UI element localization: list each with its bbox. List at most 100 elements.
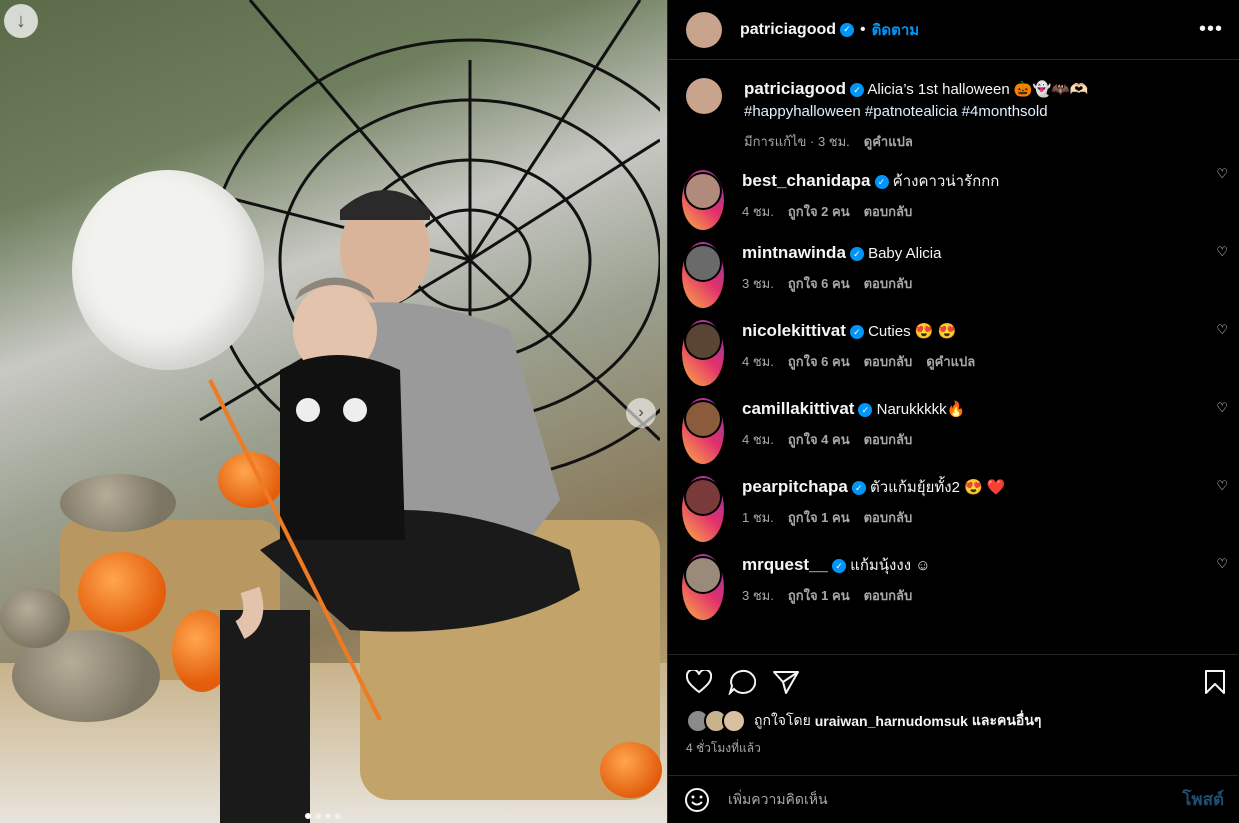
reply-button[interactable]: ตอบกลับ: [864, 585, 913, 606]
separator-dot: •: [860, 20, 866, 38]
story-ring[interactable]: [682, 242, 724, 308]
comment-item: pearpitchapa ✓ ตัวแก้มยุ้ยทั้ง2 😍 ❤️ 1 ชม.…: [668, 464, 1238, 542]
post-image[interactable]: ↓ ›: [0, 0, 667, 823]
comment-item: mintnawinda ✓ Baby Alicia 3 ชม. ถูกใจ 6 คน ต…: [668, 230, 1238, 308]
like-comment-heart-icon[interactable]: ♡: [1216, 244, 1228, 260]
comment-likes[interactable]: ถูกใจ 6 คน: [788, 351, 850, 372]
heart-icon[interactable]: [686, 670, 712, 694]
comment-icon[interactable]: [728, 669, 756, 695]
more-options-icon[interactable]: •••: [1199, 18, 1223, 41]
verified-badge-icon: ✓: [874, 175, 889, 190]
avatar[interactable]: [686, 11, 722, 48]
avatar[interactable]: [686, 480, 720, 514]
comment-author[interactable]: nicolekittivat: [742, 321, 846, 340]
comment-likes[interactable]: ถูกใจ 4 คน: [788, 429, 850, 450]
verified-badge-icon: ✓: [831, 559, 846, 574]
like-comment-heart-icon[interactable]: ♡: [1216, 556, 1228, 572]
translate-link[interactable]: ดูคำแปล: [926, 351, 975, 372]
comments-list[interactable]: patriciagood ✓ Alicia’s 1st halloween 🎃👻🦇…: [668, 60, 1238, 654]
reply-button[interactable]: ตอบกลับ: [864, 507, 913, 528]
avatar[interactable]: [686, 78, 722, 114]
like-comment-heart-icon[interactable]: ♡: [1216, 478, 1228, 494]
caption-text: Alicia’s 1st halloween 🎃👻🦇🫶🏻: [867, 81, 1089, 98]
pumpkin: [78, 552, 166, 632]
verified-badge-icon: ✓: [849, 247, 864, 262]
pumpkin: [60, 474, 176, 532]
verified-badge-icon: ✓: [851, 481, 866, 496]
comment-author[interactable]: mintnawinda: [742, 243, 846, 262]
comment-author[interactable]: mrquest__: [742, 555, 828, 574]
comment-time[interactable]: 3 ชม.: [742, 585, 774, 606]
like-comment-heart-icon[interactable]: ♡: [1216, 166, 1228, 182]
author-username[interactable]: patriciagood: [740, 21, 836, 39]
story-ring[interactable]: [682, 554, 724, 620]
post-time[interactable]: 4 ชั่วโมงที่แล้ว: [668, 733, 1238, 764]
liked-by-prefix: ถูกใจโดย: [754, 712, 811, 728]
liked-by-user[interactable]: uraiwan_harnudomsuk: [815, 713, 968, 729]
mother-and-baby: [208, 190, 580, 823]
pumpkin: [600, 742, 662, 798]
verified-badge-icon: ✓: [840, 22, 855, 37]
send-icon[interactable]: [772, 669, 800, 695]
post-comment-button[interactable]: โพสต์: [1182, 786, 1224, 813]
comment-item: camillakittivat ✓ Narukkkkk🔥 4 ชม. ถูกใจ 4 …: [668, 386, 1238, 464]
emoji-icon[interactable]: [684, 787, 710, 813]
avatar[interactable]: [686, 174, 720, 208]
story-ring[interactable]: [682, 170, 724, 230]
carousel-indicator: [305, 813, 341, 819]
caption-edited: มีการแก้ไข · 3 ชม.: [744, 134, 850, 149]
comment-likes[interactable]: ถูกใจ 2 คน: [788, 201, 850, 222]
translate-link[interactable]: ดูคำแปล: [864, 131, 913, 152]
chevron-right-icon[interactable]: ›: [626, 398, 656, 428]
action-bar: ถูกใจโดย uraiwan_harnudomsuk และคนอื่นๆ …: [668, 654, 1238, 823]
like-comment-heart-icon[interactable]: ♡: [1216, 400, 1228, 416]
comment-text: ตัวแก้มยุ้ยทั้ง2 😍 ❤️: [869, 479, 1006, 496]
caption: patriciagood ✓ Alicia’s 1st halloween 🎃👻🦇…: [668, 60, 1238, 152]
arrow-down-icon[interactable]: ↓: [4, 4, 38, 38]
comment-likes[interactable]: ถูกใจ 1 คน: [788, 585, 850, 606]
comment-time[interactable]: 4 ชม.: [742, 351, 774, 372]
post-modal: ↓ › patriciagood ✓ • ติดตาม ••• patricia…: [0, 0, 1239, 823]
comment-likes[interactable]: ถูกใจ 6 คน: [788, 273, 850, 294]
avatar[interactable]: [686, 402, 720, 436]
comment-time[interactable]: 4 ชม.: [742, 201, 774, 222]
comment-item: best_chanidapa ✓ ค้างคาวน่ารักกก 4 ชม. ถูกใ…: [668, 152, 1238, 230]
reply-button[interactable]: ตอบกลับ: [864, 429, 913, 450]
comment-time[interactable]: 3 ชม.: [742, 273, 774, 294]
verified-badge-icon: ✓: [850, 83, 865, 98]
reply-button[interactable]: ตอบกลับ: [864, 201, 913, 222]
follow-button[interactable]: ติดตาม: [872, 18, 920, 42]
avatar[interactable]: [686, 324, 720, 358]
bookmark-icon[interactable]: [1204, 669, 1226, 695]
comment-text: Cuties 😍 😍: [868, 323, 957, 340]
comment-author[interactable]: best_chanidapa: [742, 171, 871, 190]
comment-time[interactable]: 1 ชม.: [742, 507, 774, 528]
avatar[interactable]: [686, 558, 720, 592]
like-comment-heart-icon[interactable]: ♡: [1216, 322, 1228, 338]
story-ring[interactable]: [682, 398, 724, 464]
caption-author[interactable]: patriciagood: [744, 79, 846, 98]
comment-author[interactable]: camillakittivat: [742, 399, 854, 418]
comment-time[interactable]: 4 ชม.: [742, 429, 774, 450]
liked-by: ถูกใจโดย uraiwan_harnudomsuk และคนอื่นๆ: [668, 695, 1238, 733]
story-ring[interactable]: [682, 476, 724, 542]
reply-button[interactable]: ตอบกลับ: [864, 351, 913, 372]
verified-badge-icon: ✓: [849, 325, 864, 340]
comment-text: Narukkkkk🔥: [876, 401, 966, 418]
post-details-panel: patriciagood ✓ • ติดตาม ••• patriciagood…: [667, 0, 1239, 823]
comment-text: Baby Alicia: [868, 245, 942, 262]
comment-likes[interactable]: ถูกใจ 1 คน: [788, 507, 850, 528]
comment-item: nicolekittivat ✓ Cuties 😍 😍 4 ชม. ถูกใจ 6 ค…: [668, 308, 1238, 386]
pumpkin: [0, 588, 70, 648]
reply-button[interactable]: ตอบกลับ: [864, 273, 913, 294]
add-comment-bar: เพิ่มความคิดเห็น โพสต์: [668, 775, 1238, 823]
comment-author[interactable]: pearpitchapa: [742, 477, 848, 496]
story-ring[interactable]: [682, 320, 724, 386]
liked-by-others[interactable]: และคนอื่นๆ: [972, 710, 1042, 732]
add-comment-input[interactable]: เพิ่มความคิดเห็น: [728, 789, 828, 811]
comment-text: ค้างคาวน่ารักกก: [892, 173, 1000, 190]
caption-hashtags[interactable]: #happyhalloween #patnotealicia #4monthso…: [744, 103, 1048, 120]
comment-item: mrquest__ ✓ แก้มนุ้งงง ☺ 3 ชม. ถูกใจ 1 คน ตอ…: [668, 542, 1238, 620]
verified-badge-icon: ✓: [858, 403, 873, 418]
avatar[interactable]: [686, 246, 720, 280]
